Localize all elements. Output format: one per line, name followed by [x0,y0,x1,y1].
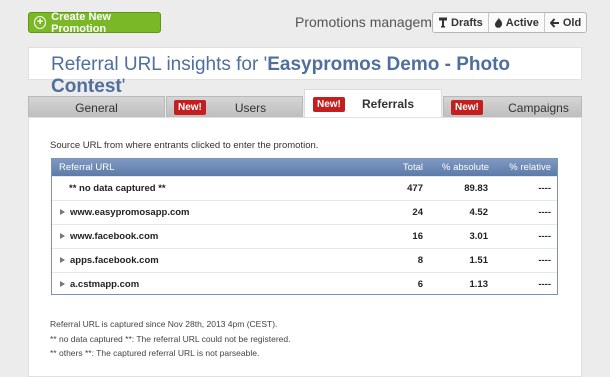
footnote-others: ** others **: The captured referral URL … [50,348,260,358]
relative-value: ---- [538,207,551,218]
footnote-captured-since: Referral URL is captured since Nov 28th,… [50,319,278,329]
referral-table: Referral URL Total % absolute % relative… [51,158,558,295]
total-value: 8 [417,255,423,266]
table-row: ** no data captured ** 477 89.83 ---- [52,176,557,200]
referral-url: a.cstmapp.com [70,278,140,290]
referral-url: ** no data captured ** [69,183,166,194]
tab-users-label: Users [234,100,267,115]
tab-campaigns-label: Campaigns [508,100,569,115]
expand-caret-icon[interactable] [60,233,65,240]
referral-url-cell: www.easypromosapp.com [60,207,190,218]
referral-url-cell: www.facebook.com [60,231,158,242]
create-new-promotion-button[interactable]: + Create New Promotion [28,10,161,35]
referral-url: www.easypromosapp.com [70,206,190,218]
absolute-value: 1.13 [469,279,489,290]
relative-value: ---- [538,183,551,194]
expand-caret-icon[interactable] [60,209,65,216]
expand-caret-icon[interactable] [60,281,65,288]
relative-value: ---- [538,231,551,242]
total-value: 477 [407,183,423,194]
old-filter-button[interactable]: Old [545,13,586,32]
tab-users[interactable]: New! Users [166,96,303,118]
relative-value: ---- [538,279,551,290]
create-button-label: Create New Promotion [51,10,112,35]
back-arrow-icon [549,17,559,28]
promotion-filter-group: Drafts Active Old [432,12,588,33]
new-badge: New! [174,100,206,115]
table-row[interactable]: www.facebook.com 16 3.01 ---- [52,224,557,248]
drafts-filter-button[interactable]: Drafts [433,13,489,32]
absolute-value: 3.01 [469,231,489,242]
table-header: Referral URL Total % absolute % relative [52,159,557,176]
page-title-suffix: ' [121,76,126,97]
page-header: Referral URL insights for 'Easypromos De… [28,47,582,97]
tab-general[interactable]: General [28,96,165,118]
header-relative: % relative [509,162,551,173]
top-toolbar: + Create New Promotion Promotions manage… [0,0,610,42]
promotions-management-title: Promotions management [295,14,452,30]
old-label: Old [562,16,582,29]
expand-caret-icon[interactable] [60,257,65,264]
total-value: 16 [412,231,423,242]
total-value: 6 [417,279,423,290]
referral-url-cell: a.cstmapp.com [60,279,139,290]
page-title-prefix: Referral URL insights for ' [51,54,268,75]
new-badge: New! [451,100,483,115]
absolute-value: 1.51 [469,255,489,266]
absolute-value: 89.83 [464,183,488,194]
relative-value: ---- [538,255,551,266]
table-row[interactable]: www.easypromosapp.com 24 4.52 ---- [52,200,557,224]
brush-icon [439,17,447,28]
referral-url: www.facebook.com [70,230,159,242]
active-filter-button[interactable]: Active [489,13,545,32]
footnote-no-data: ** no data captured **: The referral URL… [50,334,291,344]
referral-url: apps.facebook.com [70,254,159,266]
flame-icon [494,17,502,28]
intro-text: Source URL from where entrants clicked t… [50,140,319,151]
tab-referrals[interactable]: New! Referrals [304,89,442,118]
table-row[interactable]: apps.facebook.com 8 1.51 ---- [52,248,557,272]
plus-circle-icon: + [34,16,47,29]
active-label: Active [505,16,539,29]
tab-referrals-label: Referrals [361,97,415,111]
header-total: Total [402,162,423,173]
table-row[interactable]: a.cstmapp.com 6 1.13 ---- [52,272,557,296]
absolute-value: 4.52 [469,207,489,218]
drafts-label: Drafts [451,16,483,29]
new-badge: New! [313,97,345,112]
tab-campaigns[interactable]: New! Campaigns [443,96,582,118]
header-referral-url: Referral URL [59,162,115,173]
header-absolute: % absolute [441,162,489,173]
referral-url-cell: apps.facebook.com [60,255,159,266]
tab-general-label: General [75,100,118,115]
total-value: 24 [412,207,423,218]
